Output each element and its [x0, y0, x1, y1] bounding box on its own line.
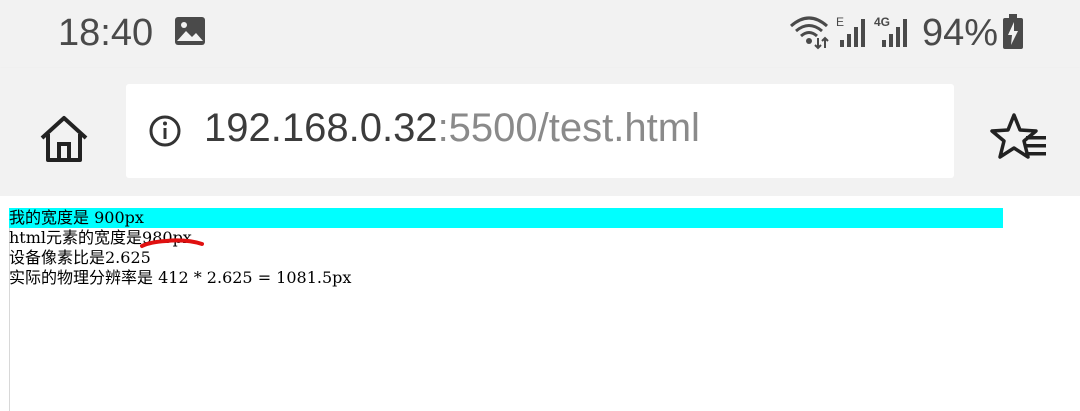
status-bar: 18:40 E 4G 94% — [0, 0, 1080, 68]
physical-resolution-line: 实际的物理分辨率是 412 * 2.625 = 1081.5px — [9, 268, 352, 287]
bookmark-star-icon — [990, 113, 1046, 159]
gallery-icon — [174, 16, 206, 50]
battery-charging-icon — [1002, 14, 1024, 54]
url-host: 192.168.0.32 — [204, 106, 438, 150]
url-text[interactable]: 192.168.0.32:5500/test.html — [204, 106, 700, 151]
bookmark-button[interactable] — [990, 112, 1050, 166]
url-path: :5500/test.html — [437, 106, 700, 150]
web-page: 我的宽度是 900px html元素的宽度是980px 设备像素比是2.625 … — [0, 196, 1080, 411]
home-button[interactable] — [36, 112, 92, 168]
home-icon — [40, 116, 88, 162]
status-time: 18:40 — [58, 12, 154, 54]
svg-text:4G: 4G — [874, 15, 890, 29]
info-icon[interactable] — [148, 114, 182, 152]
browser-toolbar: 192.168.0.32:5500/test.html — [0, 68, 1080, 196]
address-bar[interactable]: 192.168.0.32:5500/test.html — [126, 84, 954, 178]
signal-icon: E — [836, 14, 870, 52]
wifi-icon — [788, 14, 830, 54]
svg-text:E: E — [836, 15, 844, 29]
battery-percent: 94% — [922, 12, 999, 54]
width-banner: 我的宽度是 900px — [9, 208, 1003, 228]
signal-4g-icon: 4G — [874, 14, 914, 52]
red-underline-annotation — [140, 238, 204, 248]
